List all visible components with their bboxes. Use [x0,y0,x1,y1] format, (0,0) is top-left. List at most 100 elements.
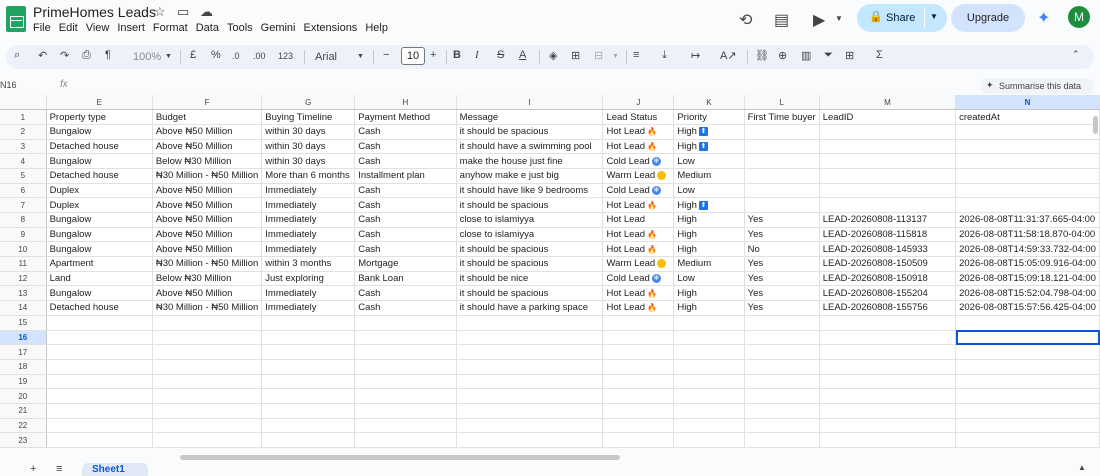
avatar[interactable]: M [1068,6,1090,28]
cell-i8[interactable]: close to islamiyya [456,212,604,228]
cell-g8[interactable]: Immediately [261,212,356,228]
cell-m10[interactable]: LEAD-20260808-145933 [819,241,957,258]
cell-e22[interactable] [46,418,153,434]
cell-h6[interactable]: Cash [354,183,457,199]
cell-e16[interactable] [46,330,153,346]
row-header[interactable]: 9 [0,227,47,243]
cell-j2[interactable]: Hot Lead 🔥 [602,124,675,140]
cell-g3[interactable]: within 30 days [261,139,356,155]
cell-j8[interactable]: Hot Lead [602,212,675,228]
cell-m7[interactable] [819,197,957,213]
cell-f7[interactable]: Above ₦50 Million [152,197,263,213]
row-header[interactable]: 19 [0,374,47,390]
cell-l4[interactable] [744,153,820,169]
cell-j14[interactable]: Hot Lead 🔥 [602,300,675,316]
cell-l2[interactable] [744,124,820,140]
column-header-g[interactable]: G [261,95,356,111]
cell-h22[interactable] [354,418,457,434]
cell-k4[interactable]: Low [673,153,745,169]
column-header-n[interactable]: N [955,95,1100,111]
cell-k3[interactable]: High ⬆ [673,139,745,155]
filter-views-icon[interactable]: ⊞ [845,49,854,62]
decrease-font-size-icon[interactable]: − [383,49,389,61]
column-header-e[interactable]: E [46,95,153,111]
cell-j3[interactable]: Hot Lead 🔥 [602,139,675,155]
cell-l7[interactable] [744,197,820,213]
cell-h2[interactable]: Cash [354,124,457,140]
cell-g11[interactable]: within 3 months [261,256,356,272]
cell-e14[interactable]: Detached house [46,300,153,316]
cell-g10[interactable]: Immediately [261,241,356,258]
cell-n14[interactable]: 2026-08-08T15:57:56.425-04:00 [955,300,1100,316]
cell-j21[interactable] [602,403,675,419]
font-dropdown-icon[interactable]: ▼ [357,53,364,60]
cell-m6[interactable] [819,183,957,199]
cell-j12[interactable]: Cold Lead ❄ [602,271,675,287]
cell-m8[interactable]: LEAD-20260808-113137 [819,212,957,228]
font-size-input[interactable]: 10 [401,47,425,65]
filter-icon[interactable]: ⏷ [824,49,833,62]
menu-item-help[interactable]: Help [365,22,388,34]
cell-g4[interactable]: within 30 days [261,153,356,169]
cell-g15[interactable] [261,315,356,331]
share-button[interactable]: 🔒 Share ▼ [857,4,947,32]
cell-f16[interactable] [152,330,263,346]
merge-cells-icon[interactable]: ⊟ [594,49,603,62]
cell-i5[interactable]: anyhow make e just big [456,168,604,184]
cell-h4[interactable]: Cash [354,153,457,169]
cell-f9[interactable]: Above ₦50 Million [152,227,263,243]
cell-e4[interactable]: Bungalow [46,153,153,169]
cell-l14[interactable]: Yes [744,300,820,316]
cell-f23[interactable] [152,432,263,448]
cell-g22[interactable] [261,418,356,434]
cell-i20[interactable] [456,388,604,404]
cell-m5[interactable] [819,168,957,184]
cell-j9[interactable]: Hot Lead 🔥 [602,227,675,243]
column-header-l[interactable]: L [744,95,820,111]
fill-color-icon[interactable]: ◈ [549,49,557,62]
cell-g12[interactable]: Just exploring [261,271,356,287]
text-rotation-icon[interactable]: A↗ [720,49,737,62]
cell-j23[interactable] [602,432,675,448]
print-icon[interactable]: ⎙ [82,49,91,62]
cell-l15[interactable] [744,315,820,331]
cell-n18[interactable] [955,359,1100,375]
cell-k21[interactable] [673,403,745,419]
cell-g1[interactable]: Buying Timeline [261,109,356,125]
cell-h7[interactable]: Cash [354,197,457,213]
cell-j1[interactable]: Lead Status [602,109,675,125]
vertical-scrollbar[interactable] [1093,116,1098,134]
cell-i9[interactable]: close to islamiyya [456,227,604,243]
cell-h1[interactable]: Payment Method [354,109,457,125]
row-header[interactable]: 1 [0,109,47,125]
cell-g19[interactable] [261,374,356,390]
cell-n17[interactable] [955,344,1100,360]
cell-e19[interactable] [46,374,153,390]
cell-f5[interactable]: ₦30 Million - ₦50 Million [152,168,263,184]
zoom-select[interactable]: 100% [133,51,161,63]
cell-h8[interactable]: Cash [354,212,457,228]
cell-m18[interactable] [819,359,957,375]
menu-item-file[interactable]: File [33,22,51,34]
column-header-f[interactable]: F [152,95,263,111]
cell-j20[interactable] [602,388,675,404]
cell-g7[interactable]: Immediately [261,197,356,213]
cell-h16[interactable] [354,330,457,346]
cell-j22[interactable] [602,418,675,434]
cell-l1[interactable]: First Time buyer [744,109,820,125]
cell-k7[interactable]: High ⬆ [673,197,745,213]
cell-j18[interactable] [602,359,675,375]
cell-h18[interactable] [354,359,457,375]
cell-n19[interactable] [955,374,1100,390]
share-dropdown-icon[interactable]: ▼ [930,12,938,21]
increase-font-size-icon[interactable]: + [430,49,436,61]
cell-h17[interactable] [354,344,457,360]
cell-h14[interactable]: Cash [354,300,457,316]
increase-decimals-button[interactable]: .00 [253,51,266,61]
document-title[interactable]: PrimeHomes Leads [33,4,156,20]
cell-l23[interactable] [744,432,820,448]
cell-f10[interactable]: Above ₦50 Million [152,241,263,258]
cell-m23[interactable] [819,432,957,448]
cell-n16[interactable] [955,330,1100,346]
row-header[interactable]: 20 [0,388,47,404]
